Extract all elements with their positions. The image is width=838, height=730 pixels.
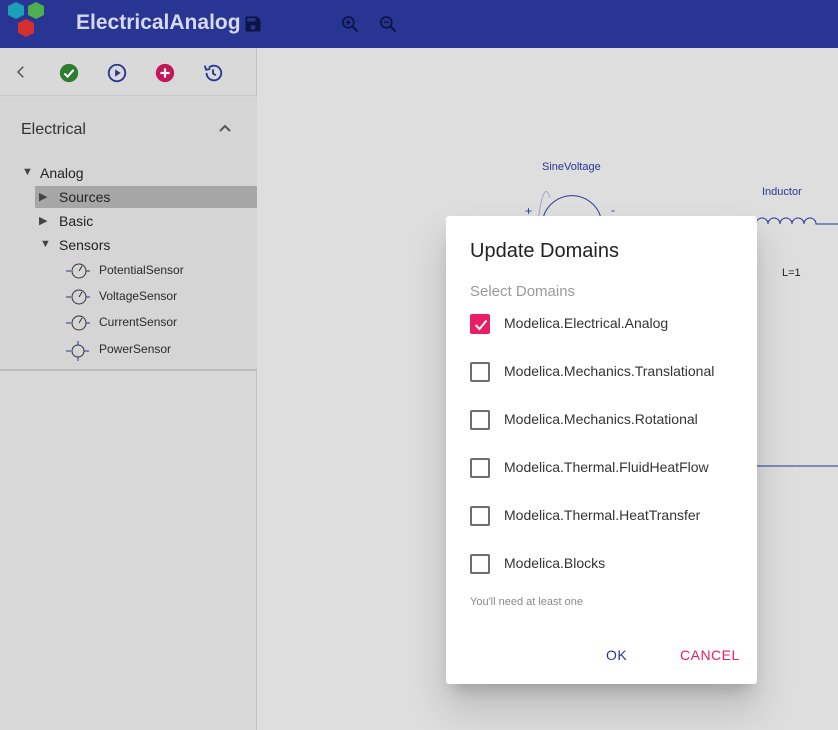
tree-item-label: Basic: [59, 213, 94, 229]
checkbox[interactable]: [470, 314, 490, 334]
domain-option[interactable]: Modelica.Electrical.Analog: [470, 314, 740, 340]
section-title[interactable]: Electrical: [21, 121, 86, 139]
checkbox[interactable]: [470, 506, 490, 526]
inductor-label: Inductor: [762, 186, 802, 198]
option-label: Modelica.Electrical.Analog: [504, 315, 669, 331]
domain-option[interactable]: Modelica.Blocks: [470, 554, 740, 580]
library-toolbar: [0, 48, 257, 96]
inductor-coil: [755, 217, 838, 225]
collapsed-triangle-icon[interactable]: ▶: [39, 214, 47, 227]
sine-voltage-symbol: [542, 195, 602, 219]
left-panel: Electrical ▼ Analog ▶ Sources ▶ Basic ▼ …: [0, 48, 257, 730]
back-icon[interactable]: [12, 63, 30, 81]
minus-sign: -: [611, 203, 615, 217]
cancel-button[interactable]: CANCEL: [680, 647, 740, 663]
app-logo-icon: [8, 2, 44, 37]
play-circle-icon[interactable]: [106, 62, 128, 84]
sensor-gauge-icon: [66, 289, 90, 305]
history-icon[interactable]: [202, 62, 224, 84]
app-title: ElectricalAnalog: [76, 11, 241, 34]
zoom-in-icon[interactable]: [340, 14, 360, 34]
tree-leaf-potential-sensor[interactable]: PotentialSensor: [64, 262, 244, 282]
update-domains-dialog: Update Domains Select Domains Modelica.E…: [446, 216, 757, 684]
sensor-gauge-icon: [66, 315, 90, 331]
tree-leaf-power-sensor[interactable]: PowerSensor: [64, 340, 244, 362]
tree-leaf-label: PotentialSensor: [99, 263, 184, 277]
checkmark-icon: [474, 319, 488, 331]
save-icon[interactable]: [243, 14, 263, 34]
add-circle-icon[interactable]: [154, 62, 176, 84]
library-tree-card: Electrical ▼ Analog ▶ Sources ▶ Basic ▼ …: [0, 97, 257, 371]
dialog-title: Update Domains: [470, 240, 619, 262]
tree-item-label: Analog: [40, 165, 84, 181]
option-label: Modelica.Thermal.HeatTransfer: [504, 507, 701, 523]
check-circle-icon[interactable]: [58, 62, 80, 84]
tree-item-label: Sensors: [59, 237, 111, 253]
domain-option[interactable]: Modelica.Thermal.FluidHeatFlow: [470, 458, 740, 484]
tree-item-sensors[interactable]: Sensors: [59, 234, 110, 256]
checkbox[interactable]: [470, 554, 490, 574]
tree-item-basic[interactable]: Basic: [59, 210, 93, 232]
dialog-subtitle: Select Domains: [470, 283, 576, 300]
tree-leaf-label: VoltageSensor: [99, 289, 178, 303]
expanded-triangle-icon[interactable]: ▼: [40, 238, 51, 250]
tree-leaf-voltage-sensor[interactable]: VoltageSensor: [64, 288, 244, 308]
option-label: Modelica.Mechanics.Translational: [504, 363, 715, 379]
inductance-value: L=1: [782, 267, 801, 279]
tree-leaf-current-sensor[interactable]: CurrentSensor: [64, 314, 244, 334]
option-label: Modelica.Blocks: [504, 555, 606, 571]
helper-text: You'll need at least one: [470, 596, 584, 608]
checkbox[interactable]: [470, 362, 490, 382]
sine-voltage-label: SineVoltage: [542, 161, 601, 173]
domain-option[interactable]: Modelica.Mechanics.Translational: [470, 362, 740, 388]
checkbox[interactable]: [470, 458, 490, 478]
sensor-gauge-icon: [66, 263, 90, 279]
zoom-out-icon[interactable]: [378, 14, 398, 34]
tree-leaf-label: CurrentSensor: [99, 315, 178, 329]
option-label: Modelica.Mechanics.Rotational: [504, 411, 698, 427]
tree-item-label: Sources: [59, 189, 111, 205]
domain-option[interactable]: Modelica.Mechanics.Rotational: [470, 410, 740, 436]
collapsed-triangle-icon: ▶: [39, 191, 48, 203]
checkbox[interactable]: [470, 410, 490, 430]
power-sensor-icon: [66, 341, 89, 361]
chevron-up-icon[interactable]: [218, 123, 232, 133]
app-bar: ElectricalAnalog: [0, 0, 838, 48]
tree-item-analog[interactable]: Analog: [40, 162, 84, 184]
ok-button[interactable]: OK: [606, 647, 627, 663]
expanded-triangle-icon[interactable]: ▼: [22, 166, 33, 178]
domain-option[interactable]: Modelica.Thermal.HeatTransfer: [470, 506, 740, 532]
tree-leaf-label: PowerSensor: [99, 342, 172, 356]
tree-item-sources[interactable]: ▶ Sources: [35, 186, 257, 208]
option-label: Modelica.Thermal.FluidHeatFlow: [504, 459, 709, 475]
